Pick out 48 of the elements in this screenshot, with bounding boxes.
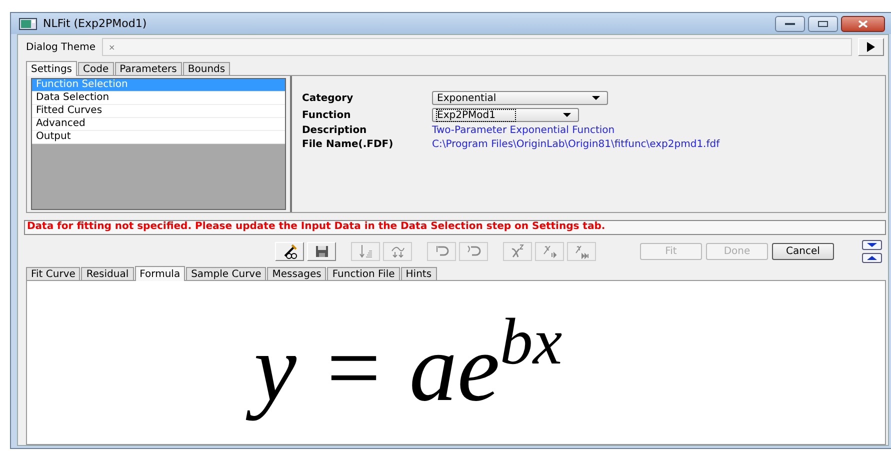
window-title: NLFit (Exp2PMod1): [43, 17, 147, 30]
caret-down-icon: [866, 242, 878, 248]
dropdown[interactable]: Exponential: [432, 91, 608, 105]
sort-icon: [358, 243, 374, 259]
caret-icon: [562, 112, 572, 118]
tab[interactable]: Residual: [81, 267, 134, 280]
tab[interactable]: Messages: [267, 267, 326, 280]
status-message: Data for fitting not specified. Please update the Input Data in the Data Selection step on Settings tab.: [24, 220, 886, 235]
tab[interactable]: Hints: [400, 267, 437, 280]
step-item[interactable]: Advanced: [32, 118, 285, 131]
field-value: Two-Parameter Exponential Function: [432, 125, 616, 136]
field-label: Category: [302, 92, 354, 104]
close-icon: [857, 20, 869, 28]
minimize-button[interactable]: [775, 16, 805, 32]
tab[interactable]: Settings: [26, 61, 78, 76]
dialog-theme-label: Dialog Theme: [26, 42, 96, 52]
step-item[interactable]: Fitted Curves: [32, 105, 285, 118]
tab[interactable]: Bounds: [182, 62, 230, 75]
caret-icon: [591, 95, 601, 101]
field-label: Description: [302, 125, 368, 136]
field-label: Function: [302, 110, 352, 120]
maximize-icon: [817, 20, 829, 28]
play-icon: [867, 42, 875, 52]
save-icon: [314, 243, 330, 259]
formula-text: y = ae$^{bx}$: [230, 302, 592, 432]
app-icon: [19, 18, 37, 30]
dialog-theme-field[interactable]: ×: [102, 38, 852, 56]
caret-up-icon: [866, 254, 878, 260]
undo-icon: [434, 243, 450, 259]
tab[interactable]: Formula: [134, 266, 186, 281]
dropdown[interactable]: Exp2PMod1: [432, 108, 579, 122]
close-button[interactable]: [841, 16, 885, 32]
expand-button[interactable]: [862, 252, 882, 262]
step-icon: [542, 243, 558, 259]
chisq-icon: [510, 243, 526, 259]
tab[interactable]: Fit Curve: [26, 267, 80, 280]
tab[interactable]: Code: [78, 62, 114, 75]
tab[interactable]: Parameters: [114, 62, 182, 75]
collapse-button[interactable]: [862, 240, 882, 250]
field-label: File Name(.FDF): [302, 139, 394, 150]
maximize-button[interactable]: [808, 16, 838, 32]
step-item[interactable]: Data Selection: [32, 92, 285, 105]
step-item[interactable]: Output: [32, 131, 285, 144]
theme-menu-button[interactable]: [858, 38, 884, 56]
tab[interactable]: Function File: [327, 267, 400, 280]
tab[interactable]: Sample Curve: [186, 267, 266, 280]
dialog-button[interactable]: Cancel: [772, 242, 834, 260]
field-value: C:\Program Files\OriginLab\Origin81\fitfunc\exp2pmd1.fdf: [432, 139, 720, 150]
